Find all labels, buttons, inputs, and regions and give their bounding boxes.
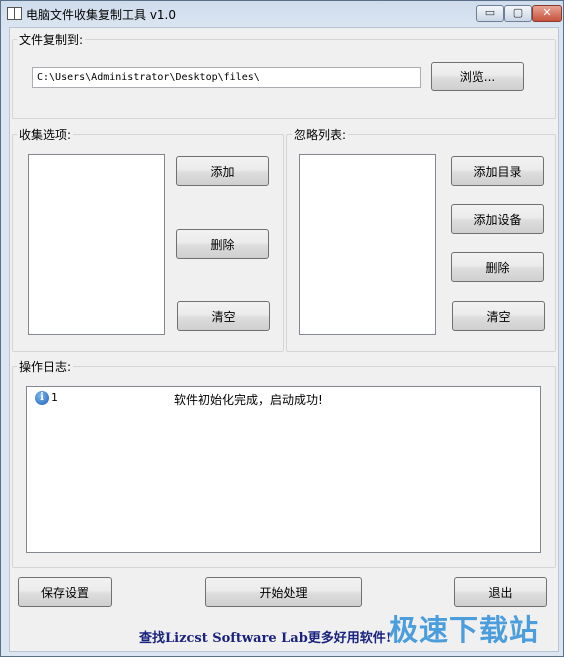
collect-add-button[interactable]: 添加 (176, 156, 269, 186)
collect-options-list[interactable] (28, 154, 165, 335)
ignore-list-label: 忽略列表: (292, 126, 349, 143)
collect-clear-button[interactable]: 清空 (177, 301, 270, 331)
app-book-icon (7, 7, 22, 20)
add-device-button[interactable]: 添加设备 (451, 204, 544, 234)
minimize-button[interactable]: ▭ (476, 5, 504, 22)
destination-path-input[interactable] (32, 67, 421, 88)
log-entry-message: 软件初始化完成，启动成功! (174, 393, 323, 407)
ignore-list[interactable] (299, 154, 436, 335)
maximize-icon: ▢ (512, 6, 524, 19)
log-entry: i 1 软件初始化完成，启动成功! (35, 391, 535, 407)
title-bar[interactable]: 电脑文件收集复制工具 v1.0 ▭ ▢ ✕ (1, 1, 563, 27)
collect-delete-button[interactable]: 删除 (176, 229, 269, 259)
copy-to-label: 文件复制到: (17, 31, 86, 48)
maximize-button[interactable]: ▢ (504, 5, 532, 22)
app-window: 电脑文件收集复制工具 v1.0 ▭ ▢ ✕ 文件复制到: 浏览... 收集选项:… (0, 0, 564, 657)
collect-options-label: 收集选项: (17, 126, 74, 143)
site-watermark: 极速下载站 (389, 613, 540, 647)
save-settings-button[interactable]: 保存设置 (18, 577, 112, 607)
ignore-clear-button[interactable]: 清空 (452, 301, 545, 331)
log-list[interactable]: i 1 软件初始化完成，启动成功! (26, 386, 541, 553)
add-directory-button[interactable]: 添加目录 (451, 156, 544, 186)
exit-button[interactable]: 退出 (454, 577, 547, 607)
ignore-delete-button[interactable]: 删除 (451, 252, 544, 282)
more-software-link[interactable]: 查找Lizcst Software Lab更多好用软件! (139, 627, 392, 646)
start-processing-button[interactable]: 开始处理 (205, 577, 362, 607)
window-title: 电脑文件收集复制工具 v1.0 (26, 8, 177, 22)
close-icon: ✕ (542, 6, 552, 19)
client-area: 文件复制到: 浏览... 收集选项: 添加 删除 清空 忽略列表: 添加目录 添… (9, 27, 559, 652)
info-icon: i (35, 391, 49, 405)
log-entry-index: 1 (51, 391, 58, 404)
close-button[interactable]: ✕ (532, 5, 562, 22)
minimize-icon: ▭ (484, 6, 496, 19)
browse-button[interactable]: 浏览... (431, 62, 524, 91)
log-label: 操作日志: (17, 358, 74, 375)
